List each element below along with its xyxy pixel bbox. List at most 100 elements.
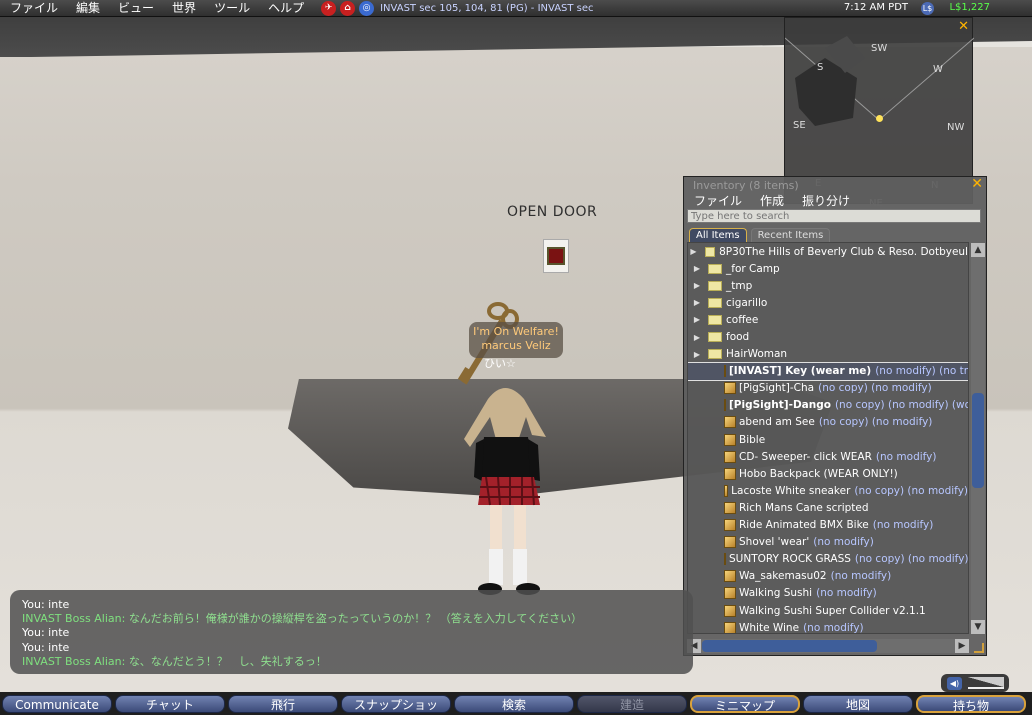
object-box-icon — [724, 587, 736, 600]
world-map-button[interactable]: 地図 — [803, 694, 913, 713]
inventory-item-permissions: (no copy) (no modify) — [854, 553, 969, 566]
minimap-button[interactable]: ミニマップ — [690, 694, 800, 713]
balance[interactable]: L$1,227 — [949, 2, 990, 13]
minimap-dir-s: S — [817, 62, 824, 73]
inventory-folder-row[interactable]: ▶ 8P30The Hills of Beverly Club & Reso. D… — [688, 243, 968, 260]
scroll-down-arrow-icon[interactable]: ▼ — [971, 620, 985, 634]
chat-separator: : — [121, 612, 129, 626]
inventory-item-permissions: (no modify) (no transfe — [875, 365, 969, 378]
chat-speaker[interactable]: You — [22, 626, 41, 639]
object-box-icon — [724, 399, 726, 412]
scroll-right-arrow-icon[interactable]: ▶ — [955, 639, 969, 653]
chat-line: You: inte — [22, 641, 681, 655]
inventory-item-row[interactable]: abend am See (no copy) (no modify) — [688, 414, 968, 431]
avatar[interactable] — [450, 377, 560, 617]
menu-edit[interactable]: 編集 — [67, 0, 109, 17]
inventory-item-row[interactable]: [INVAST] Key (wear me) (no modify) (no tr… — [688, 361, 969, 381]
menu-world[interactable]: 世界 — [163, 0, 205, 17]
expand-arrow-icon[interactable]: ▶ — [688, 315, 704, 324]
inventory-folder-row[interactable]: ▶ food — [688, 328, 968, 345]
volume-slider[interactable] — [968, 677, 1004, 689]
inventory-item-row[interactable]: Lacoste White sneaker (no copy) (no modif… — [688, 482, 968, 499]
tab-recent-items[interactable]: Recent Items — [750, 228, 831, 242]
inventory-vertical-scrollbar[interactable]: ▲ ▼ — [971, 243, 985, 634]
inventory-menu-create[interactable]: 作成 — [760, 192, 784, 209]
inventory-item-list[interactable]: ▶ 8P30The Hills of Beverly Club & Reso. D… — [687, 242, 969, 634]
inventory-folder-row[interactable]: ▶ _tmp — [688, 277, 968, 294]
inventory-item-permissions: (no copy) (no modify) (worn — [834, 399, 969, 412]
inventory-close-button[interactable]: ✕ — [971, 176, 983, 192]
speaker-icon[interactable]: ◀) — [947, 676, 962, 690]
menu-file[interactable]: ファイル — [0, 0, 67, 17]
tab-all-items[interactable]: All Items — [689, 228, 747, 242]
vertical-scroll-thumb[interactable] — [972, 393, 984, 488]
door-button[interactable] — [547, 247, 565, 265]
menu-help[interactable]: ヘルプ — [259, 0, 313, 17]
inventory-folder-row[interactable]: ▶ coffee — [688, 311, 968, 328]
inventory-item-row[interactable]: White Wine (no modify) — [688, 619, 968, 633]
no-build-icon[interactable]: ⌂ — [340, 0, 356, 16]
volume-control[interactable]: ◀) — [941, 674, 1009, 692]
expand-arrow-icon[interactable]: ▶ — [688, 333, 704, 342]
snapshot-button[interactable]: スナップショッ — [341, 694, 451, 713]
inventory-horizontal-scrollbar[interactable]: ◀ ▶ — [687, 639, 969, 653]
scroll-up-arrow-icon[interactable]: ▲ — [971, 243, 985, 257]
inventory-window[interactable]: Inventory (8 items) ✕ ファイル 作成 振り分け All I… — [683, 176, 987, 656]
inventory-item-permissions: (no modify) — [816, 587, 877, 600]
avatar-nametag[interactable]: I'm On Welfare! marcus Veliz — [469, 322, 563, 358]
inventory-search-input[interactable] — [687, 209, 981, 223]
no-fly-icon[interactable]: ✈ — [321, 0, 337, 16]
resize-handle-icon[interactable] — [974, 643, 984, 653]
inventory-menu-file[interactable]: ファイル — [694, 192, 742, 209]
expand-arrow-icon[interactable]: ▶ — [688, 298, 704, 307]
inventory-item-row[interactable]: Walking Sushi Super Collider v2.1.1 — [688, 602, 968, 619]
chat-speaker[interactable]: You — [22, 641, 41, 654]
expand-arrow-icon[interactable]: ▶ — [688, 247, 701, 256]
inventory-item-row[interactable]: Hobo Backpack (WEAR ONLY!) — [688, 465, 968, 482]
search-button[interactable]: 検索 — [454, 694, 574, 713]
build-button[interactable]: 建造 — [577, 694, 687, 713]
chat-speaker[interactable]: INVAST Boss Alian — [22, 612, 122, 625]
chat-speaker[interactable]: You — [22, 598, 41, 611]
inventory-item-row[interactable]: CD- Sweeper- click WEAR (no modify) — [688, 448, 968, 465]
menu-tools[interactable]: ツール — [205, 0, 259, 17]
inventory-tabs: All Items Recent Items — [689, 228, 831, 242]
object-box-icon — [724, 467, 736, 480]
inventory-item-name: [PigSight]-Dango — [729, 399, 831, 412]
chat-button[interactable]: チャット — [115, 694, 225, 713]
inventory-title[interactable]: Inventory (8 items) — [693, 179, 799, 192]
communicate-button[interactable]: Communicate — [2, 694, 112, 713]
expand-arrow-icon[interactable]: ▶ — [688, 350, 704, 359]
horizontal-scroll-thumb[interactable] — [702, 640, 877, 652]
inventory-folder-row[interactable]: ▶ _for Camp — [688, 260, 968, 277]
inventory-menubar: ファイル 作成 振り分け — [694, 192, 850, 209]
menu-view[interactable]: ビュー — [109, 0, 163, 17]
expand-arrow-icon[interactable]: ▶ — [688, 264, 704, 273]
safe-zone-icon[interactable]: ◎ — [359, 0, 375, 16]
inventory-item-row[interactable]: [PigSight]-Cha (no copy) (no modify) — [688, 380, 968, 397]
inventory-item-row[interactable]: Ride Animated BMX Bike (no modify) — [688, 517, 968, 534]
inventory-item-row[interactable]: SUNTORY ROCK GRASS (no copy) (no modify) — [688, 551, 968, 568]
location-readout[interactable]: INVAST sec 105, 104, 81 (PG) - INVAST se… — [380, 3, 593, 14]
object-box-icon — [724, 365, 726, 378]
minimap-close-button[interactable]: ✕ — [958, 19, 969, 34]
inventory-button[interactable]: 持ち物 — [916, 694, 1026, 713]
inventory-item-row[interactable]: Walking Sushi (no modify) — [688, 585, 968, 602]
inventory-item-row[interactable]: Shovel 'wear' (no modify) — [688, 534, 968, 551]
chat-history[interactable]: You: inte INVAST Boss Alian: なんだお前ら！俺様が誰か… — [10, 590, 693, 674]
chat-speaker[interactable]: INVAST Boss Alian — [22, 655, 122, 668]
inventory-folder-row[interactable]: ▶ cigarillo — [688, 294, 968, 311]
door-button-panel[interactable] — [543, 239, 569, 273]
minimap-dir-nw: NW — [947, 122, 965, 133]
expand-arrow-icon[interactable]: ▶ — [688, 281, 704, 290]
inventory-item-row[interactable]: Wa_sakemasu02 (no modify) — [688, 568, 968, 585]
inventory-item-row[interactable]: [PigSight]-Dango (no copy) (no modify) (w… — [688, 397, 968, 414]
inventory-folder-row[interactable]: ▶ HairWoman — [688, 346, 968, 363]
inventory-menu-sort[interactable]: 振り分け — [802, 192, 850, 209]
inventory-item-row[interactable]: Bible — [688, 431, 968, 448]
bottom-toolbar: Communicate チャット 飛行 スナップショッ 検索 建造 ミニマップ 地図 持ち物 — [0, 692, 1032, 715]
inventory-item-name: Bible — [739, 433, 766, 446]
inventory-item-row[interactable]: Rich Mans Cane scripted — [688, 499, 968, 516]
inventory-item-permissions: (no modify) — [872, 519, 934, 532]
fly-button[interactable]: 飛行 — [228, 694, 338, 713]
